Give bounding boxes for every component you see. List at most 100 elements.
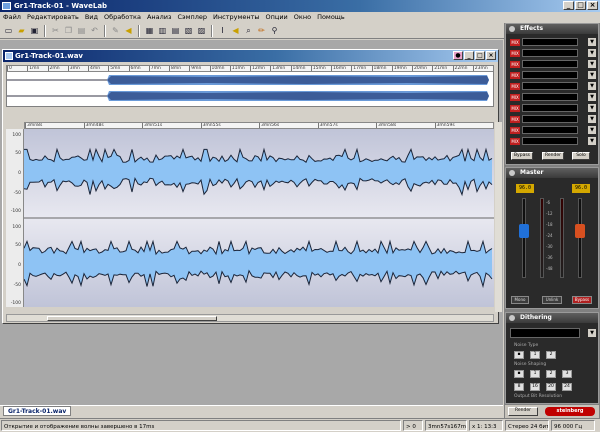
menu-help[interactable]: Помощь: [317, 12, 345, 23]
bit-16-button[interactable]: 16: [530, 383, 540, 391]
document-window[interactable]: Gr1-Track-01.wav ● _ □ × 0 1mn 2mn 3mn 4mn 5m…: [2, 49, 502, 324]
panel-pin-icon[interactable]: [509, 315, 515, 321]
maximize-button[interactable]: □: [575, 1, 586, 10]
view5-icon[interactable]: ▨: [196, 25, 207, 36]
effect-slot[interactable]: MIX: [510, 70, 580, 80]
noise-off-button[interactable]: ▪: [514, 351, 524, 359]
menu-window[interactable]: Окно: [294, 12, 311, 23]
effect-slot-tag[interactable]: MIX: [510, 49, 520, 57]
paste-icon[interactable]: ▤: [76, 25, 87, 36]
zoom-icon[interactable]: ⌕: [243, 25, 254, 36]
effect-slot-name[interactable]: [522, 49, 578, 57]
overview-track-right[interactable]: [7, 88, 493, 104]
speaker-icon[interactable]: ◀: [123, 25, 134, 36]
render-button[interactable]: Render: [508, 407, 538, 416]
doc-minimize-button[interactable]: _: [464, 51, 474, 60]
doc-close-button[interactable]: ×: [486, 51, 496, 60]
minimize-button[interactable]: _: [563, 1, 574, 10]
panel-pin-icon[interactable]: [509, 170, 515, 176]
master-header[interactable]: Master: [506, 168, 598, 178]
effect-slot-name[interactable]: [522, 104, 578, 112]
effect-slot-tag[interactable]: MIX: [510, 38, 520, 46]
panel-pin-icon[interactable]: [509, 26, 515, 32]
effect-slot-name[interactable]: [522, 38, 578, 46]
play-icon[interactable]: ◀: [230, 25, 241, 36]
dither-slot-menu-icon[interactable]: ▼: [588, 329, 596, 337]
horizontal-scrollbar[interactable]: [6, 314, 494, 322]
noise-type-2-button[interactable]: 2: [546, 351, 556, 359]
effect-slot-menu-icon[interactable]: ▼: [588, 49, 596, 57]
effect-slot[interactable]: MIX: [510, 125, 580, 135]
effect-slot-name[interactable]: [522, 82, 578, 90]
pencil-icon[interactable]: ✏: [256, 25, 267, 36]
close-button[interactable]: ×: [587, 1, 598, 10]
effects-solo-button[interactable]: Solo: [572, 152, 590, 160]
scrollbar-thumb[interactable]: [47, 316, 217, 321]
document-title-bar[interactable]: Gr1-Track-01.wav ● _ □ ×: [3, 50, 498, 62]
effect-slot[interactable]: MIX: [510, 136, 580, 146]
effect-slot-tag[interactable]: MIX: [510, 126, 520, 134]
effect-slot[interactable]: MIX: [510, 37, 580, 47]
effect-slot-tag[interactable]: MIX: [510, 93, 520, 101]
file-tab[interactable]: Gr1-Track-01.wav: [3, 406, 72, 416]
right-fader-knob[interactable]: [575, 224, 585, 238]
effects-header[interactable]: Effects: [506, 24, 598, 34]
cursor-icon[interactable]: I: [217, 25, 228, 36]
effect-slot-tag[interactable]: MIX: [510, 60, 520, 68]
effect-slot-menu-icon[interactable]: ▼: [588, 38, 596, 46]
menu-process[interactable]: Обработка: [104, 12, 141, 23]
bit-20-button[interactable]: 20: [546, 383, 556, 391]
effect-slot-menu-icon[interactable]: ▼: [588, 104, 596, 112]
doc-special-button[interactable]: ●: [453, 51, 463, 60]
save-icon[interactable]: ▣: [29, 25, 40, 36]
shaping-1-button[interactable]: 1: [530, 370, 540, 378]
effects-render-button[interactable]: Render: [542, 152, 564, 160]
undo-icon[interactable]: ↶: [89, 25, 100, 36]
effect-slot-menu-icon[interactable]: ▼: [588, 137, 596, 145]
effect-slot-menu-icon[interactable]: ▼: [588, 71, 596, 79]
menu-options[interactable]: Опции: [266, 12, 288, 23]
menu-analysis[interactable]: Анализ: [147, 12, 172, 23]
effect-slot-name[interactable]: [522, 71, 578, 79]
new-icon[interactable]: ▭: [3, 25, 14, 36]
effect-slot-name[interactable]: [522, 137, 578, 145]
draw-icon[interactable]: ✎: [110, 25, 121, 36]
cut-icon[interactable]: ✂: [50, 25, 61, 36]
effect-slot-menu-icon[interactable]: ▼: [588, 115, 596, 123]
bit-24-button[interactable]: 24: [562, 383, 572, 391]
menu-tools[interactable]: Инструменты: [213, 12, 260, 23]
right-fader-track[interactable]: [578, 198, 582, 278]
effect-slot-name[interactable]: [522, 93, 578, 101]
effect-slot-name[interactable]: [522, 60, 578, 68]
effect-slot-tag[interactable]: MIX: [510, 137, 520, 145]
effect-slot-menu-icon[interactable]: ▼: [588, 82, 596, 90]
mono-button[interactable]: Mono: [511, 296, 529, 304]
dithering-header[interactable]: Dithering: [506, 313, 598, 323]
view2-icon[interactable]: ▥: [157, 25, 168, 36]
effect-slot[interactable]: MIX: [510, 81, 580, 91]
dither-plugin-slot[interactable]: [510, 328, 580, 338]
effect-slot[interactable]: MIX: [510, 92, 580, 102]
effects-bypass-button[interactable]: Bypass: [511, 152, 533, 160]
menu-sampler[interactable]: Сэмплер: [177, 12, 207, 23]
noise-type-1-button[interactable]: 1: [530, 351, 540, 359]
effect-slot-name[interactable]: [522, 115, 578, 123]
overview-pane[interactable]: 0 1mn 2mn 3mn 4mn 5mn 6mn 7mn 8mn 9mn 10mn 11mn 12mn…: [6, 65, 494, 107]
menu-edit[interactable]: Редактировать: [27, 12, 79, 23]
open-icon[interactable]: ▰: [16, 25, 27, 36]
waveform-area[interactable]: [23, 129, 494, 307]
unlink-button[interactable]: Unlink: [542, 296, 562, 304]
shaping-off-button[interactable]: ▪: [514, 370, 524, 378]
effect-slot[interactable]: MIX: [510, 114, 580, 124]
menu-view[interactable]: Вид: [85, 12, 98, 23]
effect-slot-tag[interactable]: MIX: [510, 104, 520, 112]
bit-8-button[interactable]: 8: [514, 383, 524, 391]
effect-slot[interactable]: MIX: [510, 59, 580, 69]
view3-icon[interactable]: ▤: [170, 25, 181, 36]
left-fader-knob[interactable]: [519, 224, 529, 238]
vertical-scrollbar[interactable]: [495, 122, 502, 312]
master-bypass-button[interactable]: Bypass: [572, 296, 592, 304]
menu-file[interactable]: Файл: [3, 12, 21, 23]
effect-slot-tag[interactable]: MIX: [510, 82, 520, 90]
effect-slot-name[interactable]: [522, 126, 578, 134]
